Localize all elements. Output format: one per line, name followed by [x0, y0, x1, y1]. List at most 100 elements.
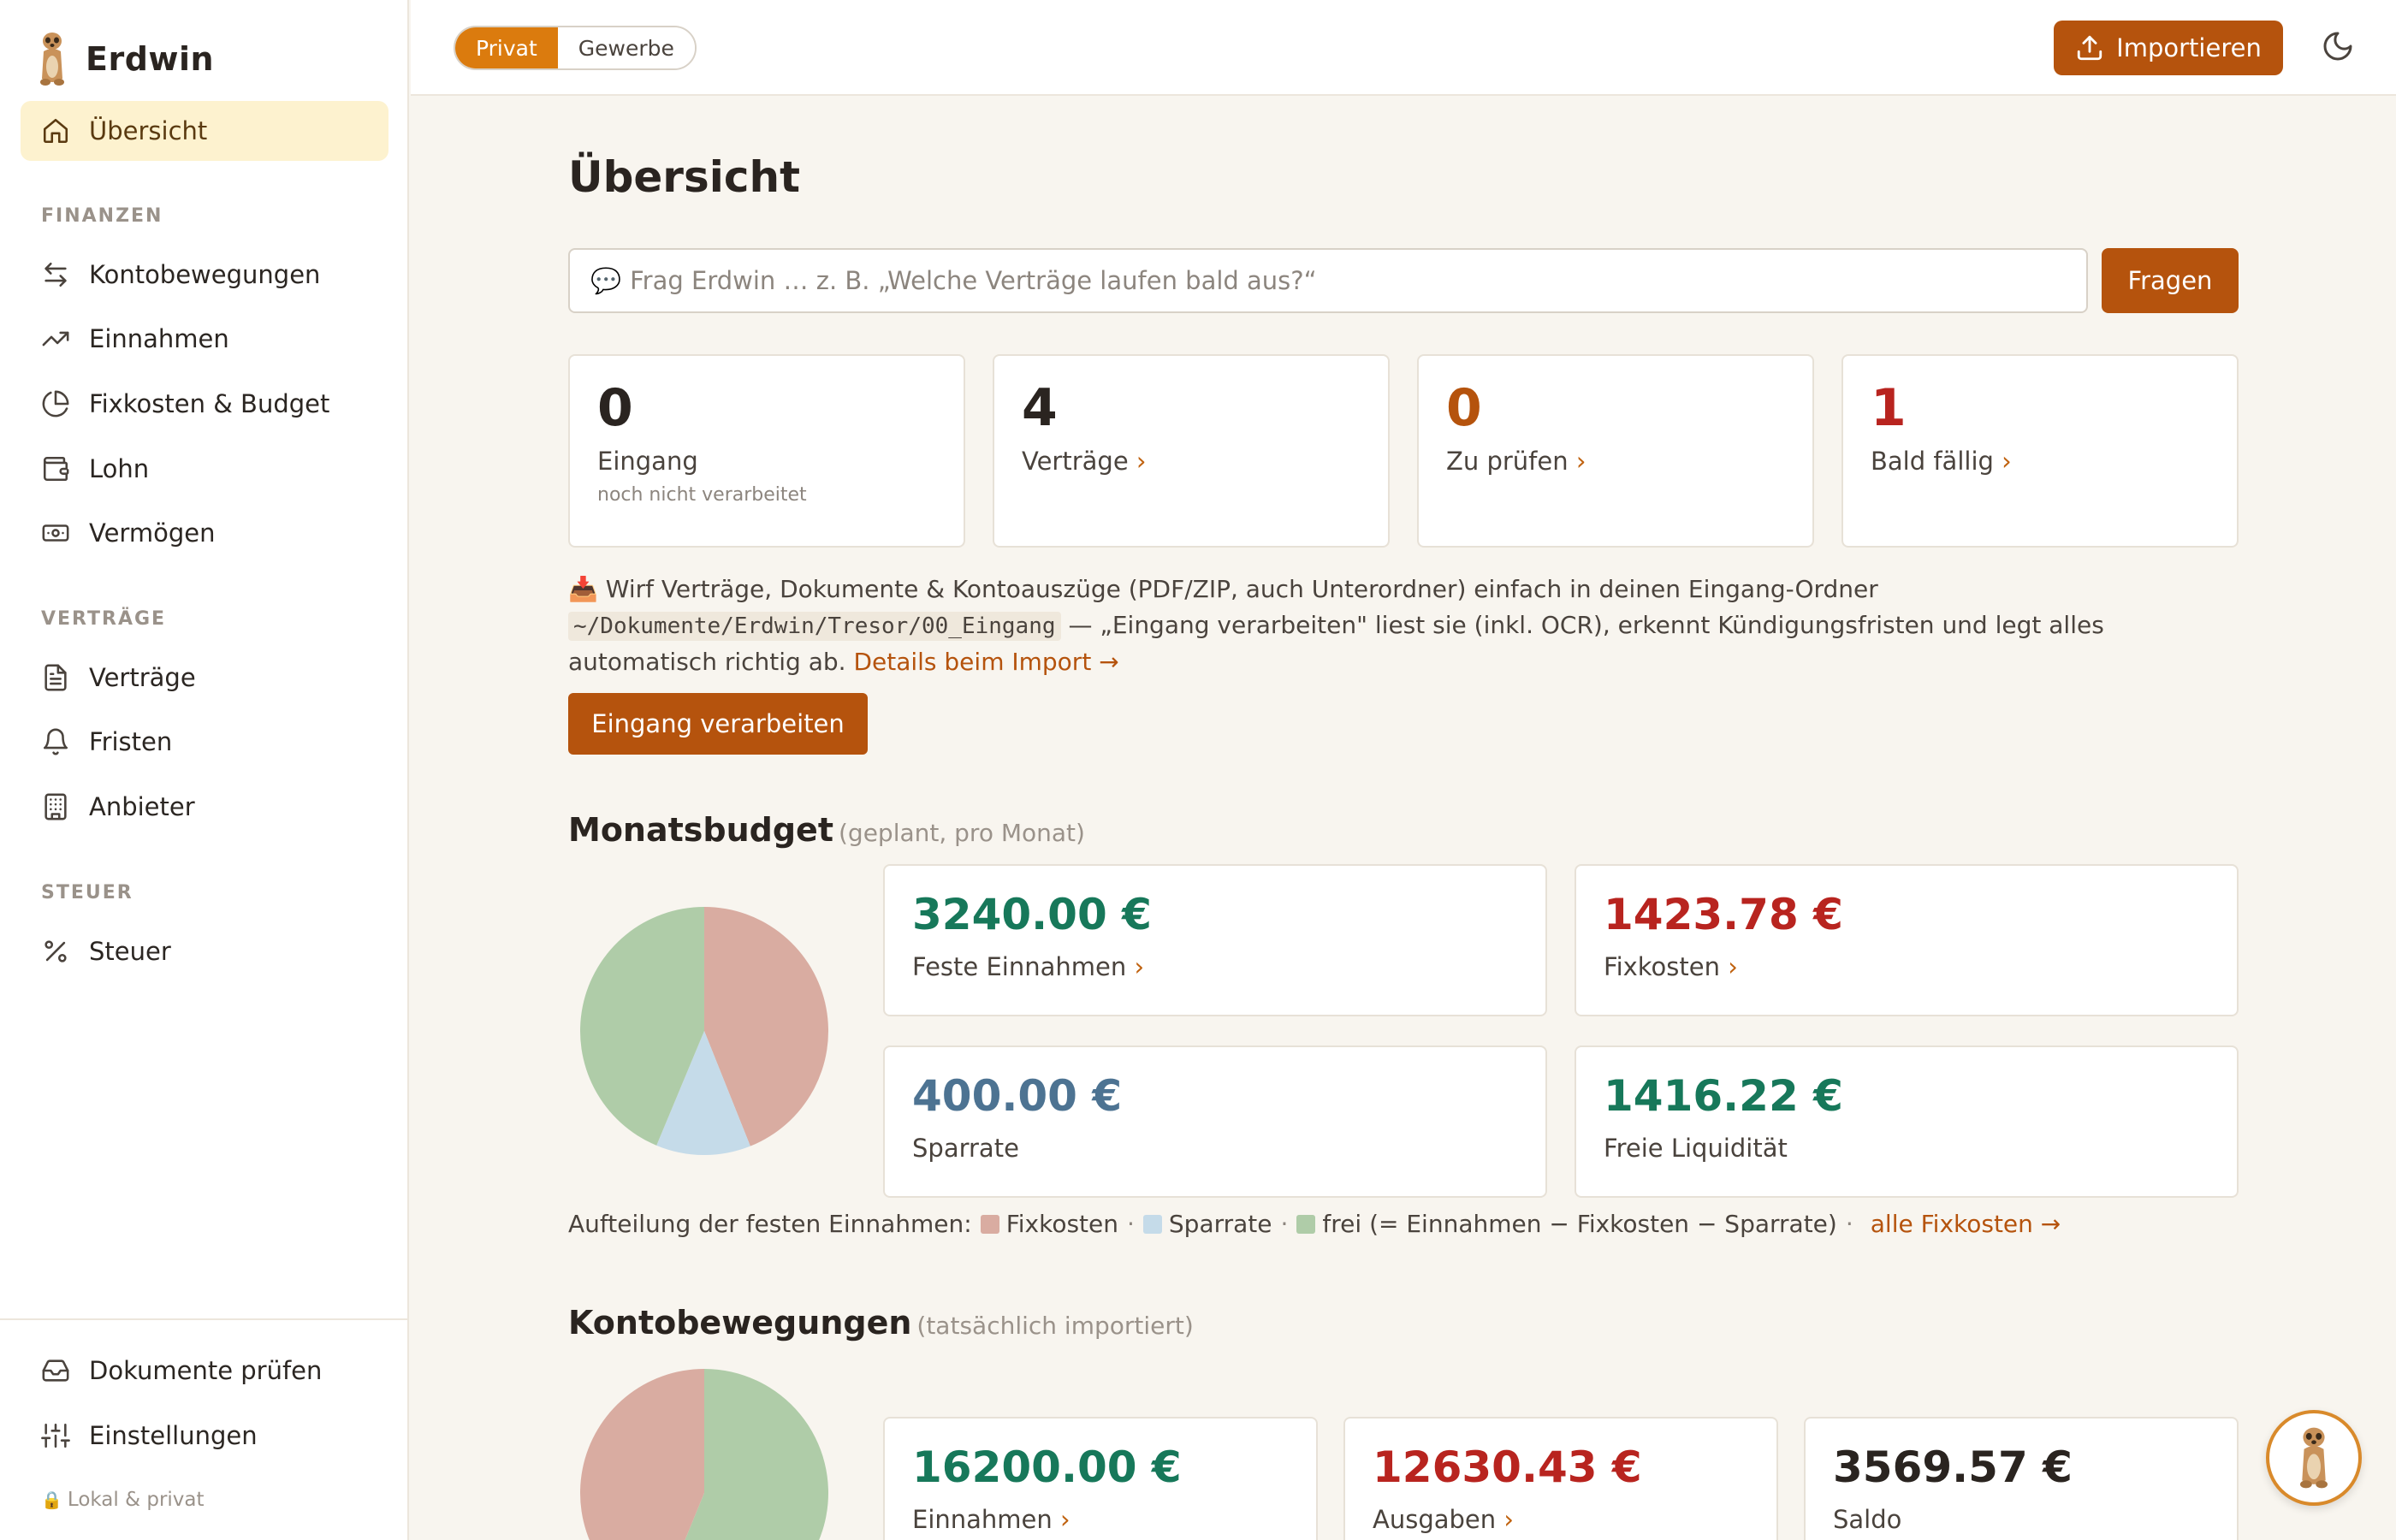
inbox-tray-icon: 📥 [568, 575, 598, 603]
card-label: Ausgaben › [1373, 1505, 1514, 1534]
transactions-card-einnahmen[interactable]: 16200.00 € Einnahmen › [883, 1417, 1318, 1540]
sidebar-item-steuer[interactable]: Steuer [21, 921, 388, 981]
budget-card-freie-liquiditaet: 1416.22 € Freie Liquidität [1575, 1045, 2239, 1198]
inbox-icon [42, 1359, 69, 1382]
stat-value: 4 [1022, 378, 1058, 438]
sidebar-item-overview[interactable]: Übersicht [21, 101, 388, 161]
sidebar-item-anbieter[interactable]: Anbieter [21, 777, 388, 837]
arrows-left-right-icon [44, 262, 67, 287]
sidebar-item-vermoegen[interactable]: Vermögen [21, 503, 388, 563]
section-heading-steuer: STEUER [41, 882, 133, 903]
trending-up-icon [42, 331, 69, 346]
stat-sublabel: noch nicht verarbeitet [597, 484, 807, 506]
stat-card-vertraege[interactable]: 4 Verträge › [993, 354, 1390, 548]
legend-swatch-frei [1296, 1214, 1316, 1234]
chevron-right-icon: › [1059, 1505, 1070, 1534]
sidebar: Erdwin Übersicht FINANZEN Kontobewegunge… [0, 0, 409, 1540]
sidebar-item-dokumente-pruefen[interactable]: Dokumente prüfen [21, 1341, 388, 1401]
budget-pie-chart [580, 907, 828, 1155]
transactions-card-ausgaben[interactable]: 12630.43 € Ausgaben › [1343, 1417, 1778, 1540]
percent-icon [44, 940, 67, 962]
sidebar-item-label: Dokumente prüfen [89, 1356, 323, 1385]
budget-section-title: Monatsbudget (geplant, pro Monat) [568, 811, 1085, 849]
stat-label: Bald fällig › [1871, 447, 2012, 476]
upload-icon [2078, 35, 2102, 61]
section-heading-vertraege: VERTRÄGE [41, 608, 167, 630]
card-label: Saldo [1833, 1505, 1902, 1534]
sidebar-item-einnahmen[interactable]: Einnahmen [21, 309, 388, 369]
sidebar-item-fristen[interactable]: Fristen [21, 712, 388, 772]
card-amount: 16200.00 € [912, 1442, 1182, 1492]
sidebar-item-label: Lohn [89, 454, 150, 483]
topbar: Privat Gewerbe Importieren [411, 0, 2396, 96]
budget-legend: Aufteilung der festen Einnahmen: Fixkost… [568, 1210, 2061, 1238]
legend-swatch-fixkosten [980, 1214, 999, 1234]
dark-mode-toggle-icon[interactable] [2321, 29, 2355, 63]
stat-card-eingang: 0 Eingang noch nicht verarbeitet [568, 354, 965, 548]
lock-icon: 🔒 [41, 1490, 62, 1510]
stat-label: Verträge › [1022, 447, 1147, 476]
file-text-icon [44, 664, 67, 691]
budget-card-fixkosten[interactable]: 1423.78 € Fixkosten › [1575, 864, 2239, 1016]
ask-placeholder: Frag Erdwin … z. B. „Welche Verträge lau… [630, 266, 1317, 295]
stat-value: 1 [1871, 378, 1907, 438]
sidebar-item-label: Kontobewegungen [89, 260, 321, 289]
inbox-folder-path: ~/Dokumente/Erdwin/Tresor/00_Eingang [568, 612, 1061, 641]
sidebar-item-kontobewegungen[interactable]: Kontobewegungen [21, 245, 388, 305]
sidebar-item-label: Fristen [89, 727, 173, 756]
meerkat-icon [2300, 1427, 2328, 1489]
sidebar-item-lohn[interactable]: Lohn [21, 439, 388, 499]
stat-label: Zu prüfen › [1446, 447, 1586, 476]
sliders-icon [41, 1423, 70, 1448]
sidebar-item-label: Steuer [89, 937, 171, 966]
local-privacy-note: 🔒 Lokal & privat [41, 1489, 205, 1511]
process-inbox-button[interactable]: Eingang verarbeiten [568, 693, 868, 755]
budget-card-sparrate: 400.00 € Sparrate [883, 1045, 1547, 1198]
stat-card-bald-faellig[interactable]: 1 Bald fällig › [1841, 354, 2239, 548]
page-title: Übersicht [568, 152, 800, 202]
speech-bubble-icon: 💬 [590, 265, 622, 295]
chevron-right-icon: › [1575, 447, 1586, 476]
transactions-pie-chart [580, 1369, 828, 1540]
home-icon [43, 118, 68, 144]
all-fixed-costs-link[interactable]: alle Fixkosten → [1871, 1210, 2061, 1238]
sidebar-divider [0, 1318, 409, 1320]
stat-value: 0 [597, 378, 633, 438]
wallet-icon [43, 456, 69, 482]
section-heading-finanzen: FINANZEN [41, 205, 163, 227]
sidebar-item-label: Verträge [89, 663, 196, 692]
mode-gewerbe-button[interactable]: Gewerbe [557, 27, 695, 68]
card-label: Fixkosten › [1604, 952, 1738, 981]
mode-privat-button[interactable]: Privat [455, 27, 558, 68]
chevron-right-icon: › [2002, 447, 2012, 476]
brand[interactable]: Erdwin [33, 29, 214, 89]
banknote-icon [42, 524, 69, 542]
stat-card-zu-pruefen[interactable]: 0 Zu prüfen › [1417, 354, 1814, 548]
building-icon [44, 793, 67, 820]
ask-erdwin-input[interactable]: 💬 Frag Erdwin … z. B. „Welche Verträge l… [568, 248, 2088, 313]
sidebar-item-vertraege[interactable]: Verträge [21, 648, 388, 708]
import-button[interactable]: Importieren [2054, 21, 2283, 75]
pie-chart-icon [42, 390, 69, 418]
card-amount: 1416.22 € [1604, 1071, 1843, 1121]
legend-swatch-sparrate [1142, 1214, 1162, 1234]
card-amount: 400.00 € [912, 1071, 1123, 1121]
assistant-mascot-button[interactable] [2266, 1410, 2362, 1506]
sidebar-item-fixkosten-budget[interactable]: Fixkosten & Budget [21, 374, 388, 434]
ask-button[interactable]: Fragen [2102, 248, 2239, 313]
legend-item: Sparrate [1168, 1210, 1272, 1238]
import-details-link[interactable]: Details beim Import → [853, 648, 1118, 676]
chevron-right-icon: › [1503, 1505, 1514, 1534]
sidebar-item-label: Einnahmen [89, 324, 229, 353]
card-amount: 3240.00 € [912, 890, 1152, 939]
sidebar-item-label: Fixkosten & Budget [89, 389, 330, 418]
card-label: Sparrate [912, 1134, 1019, 1163]
sidebar-item-label: Einstellungen [89, 1421, 258, 1450]
sidebar-item-einstellungen[interactable]: Einstellungen [21, 1406, 388, 1466]
pie-slice-ausgaben [580, 1369, 704, 1540]
sidebar-item-label: Anbieter [89, 792, 195, 821]
chevron-right-icon: › [1134, 952, 1145, 981]
budget-card-feste-einnahmen[interactable]: 3240.00 € Feste Einnahmen › [883, 864, 1547, 1016]
legend-item: Fixkosten [1005, 1210, 1118, 1238]
stat-label: Eingang [597, 447, 698, 476]
